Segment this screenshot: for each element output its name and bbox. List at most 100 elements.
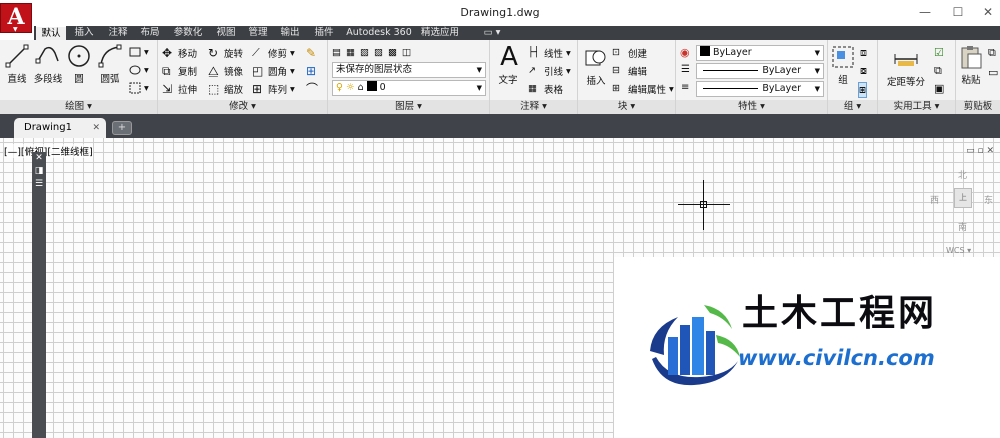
layer-off-icon[interactable]: ▧ [360,47,374,58]
layer-state-dropdown[interactable]: 未保存的图层状态 ▼ [332,62,486,78]
linetype-dropdown[interactable]: ByLayer ▼ [696,63,824,79]
panel-draw-title[interactable]: 绘图 ▾ [0,100,157,114]
tab-more-dropdown[interactable]: ▭ ▾ [478,26,506,40]
panel-groups-title[interactable]: 组 ▾ [828,100,877,114]
viewcube-east[interactable]: 东 [984,193,993,206]
tab-featured-apps[interactable]: 精选应用 [418,26,462,40]
drawing-canvas[interactable]: [—][俯视][二维线框] ▭ ▫ ✕ ✕ ◨ ☰ 北 西 东 南 上 WCS … [0,138,1000,438]
polyline-button[interactable]: 多段线 [32,43,64,85]
file-tab-drawing1[interactable]: Drawing1 ✕ [14,118,106,138]
text-button[interactable]: A 文字 [496,44,520,86]
panel-properties-title[interactable]: 特性 ▾ [676,100,827,114]
layer-dropdown[interactable]: ♀ ☼ ⌂ 0 ▼ [332,80,486,96]
layer-iso-icon[interactable]: ▦ [346,47,360,58]
layer-match-icon[interactable]: ◫ [402,47,416,58]
tab-output[interactable]: 输出 [276,26,304,40]
quick-calc-icon[interactable]: ☑ [934,46,944,59]
measure-button[interactable]: 定距等分 [884,46,928,88]
arc-button[interactable]: 圆弧 [96,43,124,85]
linear-dimension-button[interactable]: ├┤ 线性 ▾ [528,45,571,61]
minimize-button[interactable]: — [915,4,935,20]
match-properties-icon[interactable]: ◉ [680,46,690,59]
panel-block-title[interactable]: 块 ▾ [578,100,675,114]
explode-button[interactable]: ⊞ [306,63,322,79]
bulb-icon: ♀ [336,82,343,93]
move-button[interactable]: ✥ 移动 [162,45,197,61]
chevron-down-icon: ▼ [13,26,18,33]
copy-button[interactable]: ⧉ 复制 [162,63,197,79]
viewcube-south[interactable]: 南 [958,220,967,233]
edit-attributes-button[interactable]: ⊞ 编辑属性 ▾ [612,81,674,97]
panel-groups: 组 ⧈ ⧇ ⧆ 组 ▾ [828,40,878,114]
insert-button[interactable]: 插入 [582,45,610,87]
autocad-window: A ▼ Drawing1.dwg — ☐ ✕ 默认 插入 注释 布局 参数化 视图… [0,0,1000,438]
viewcube-top-face[interactable]: 上 [954,188,972,208]
panel-utilities-title[interactable]: 实用工具 ▾ [878,100,955,114]
lineweight-value: ByLayer [762,83,801,94]
insert-block-icon [585,50,606,66]
new-drawing-tab-button[interactable]: + [112,121,132,135]
scale-button[interactable]: ⬚ 缩放 [208,81,243,97]
dropdown-caret: ▾ [563,65,571,77]
group-select-icon[interactable]: ⧆ [858,82,867,98]
line-button[interactable]: 直线 [4,43,30,85]
panel-annotation-title[interactable]: 注释 ▾ [490,100,577,114]
lineweight-dropdown[interactable]: ByLayer ▼ [696,81,824,97]
edit-block-button[interactable]: ⊟ 编辑 [612,63,647,79]
tab-view[interactable]: 视图 [212,26,240,40]
calculator-icon[interactable]: ▣ [934,82,944,95]
color-value: ByLayer [713,47,752,58]
group-edit-icon[interactable]: ⧇ [860,64,867,78]
linetype-icon: ☰ [681,64,690,75]
mirror-button[interactable]: ⧋ 镜像 [208,63,243,79]
tab-annotate[interactable]: 注释 [104,26,132,40]
maximize-button[interactable]: ☐ [948,4,968,20]
tab-addins[interactable]: 插件 [310,26,338,40]
rectangle-button[interactable]: ▾ [128,44,149,60]
application-menu-button[interactable]: A ▼ [0,3,32,33]
viewcube-west[interactable]: 西 [930,193,939,206]
layer-freeze-icon[interactable]: ▨ [374,47,388,58]
boundary-button[interactable]: ▾ [128,80,149,96]
create-block-button[interactable]: ⊡ 创建 [612,45,647,61]
array-button[interactable]: ⊞ 阵列 ▾ [252,81,295,97]
viewport-controls-label[interactable]: [—][俯视][二维线框] [4,144,93,158]
stretch-button[interactable]: ⇲ 拉伸 [162,81,197,97]
cut-icon[interactable]: ▭ [988,66,998,79]
copy-icon: ⧉ [162,64,171,78]
ungroup-icon[interactable]: ⧈ [860,46,867,60]
tab-parametric[interactable]: 参数化 [168,26,208,40]
fillet-button[interactable]: ◰ 圆角 ▾ [252,63,295,79]
tab-autodesk360[interactable]: Autodesk 360 [344,26,414,40]
trim-button[interactable]: ⟋ 修剪 ▾ [252,45,295,61]
erase-button[interactable]: ✎ [306,45,322,61]
select-all-icon[interactable]: ⧉ [934,64,942,78]
table-button[interactable]: ▦ 表格 [528,81,563,97]
leader-button[interactable]: ↗ 引线 ▾ [528,63,571,79]
copy-clip-icon[interactable]: ⧉ [988,46,996,60]
tab-layout[interactable]: 布局 [136,26,164,40]
close-tab-icon[interactable]: ✕ [92,118,100,138]
rotate-button[interactable]: ↻ 旋转 [208,45,243,61]
panel-modify-title[interactable]: 修改 ▾ [158,100,327,114]
group-button[interactable]: 组 [830,44,856,86]
panel-layers-title[interactable]: 图层 ▾ [328,100,489,114]
layer-properties-icon[interactable]: ▤ [332,47,346,58]
close-window-button[interactable]: ✕ [978,4,998,20]
panel-clipboard-title[interactable]: 剪贴板 [956,100,1000,114]
viewcube[interactable]: 北 西 东 南 上 [928,168,996,254]
tab-insert[interactable]: 插入 [70,26,98,40]
palette-properties-icon[interactable]: ◨ [32,165,46,178]
viewcube-north[interactable]: 北 [958,168,967,181]
paste-button[interactable]: 粘贴 [958,44,984,86]
hatch-button[interactable]: ▾ [128,62,149,78]
offset-button[interactable]: ⌒ [306,81,322,97]
viewport-window-controls[interactable]: ▭ ▫ ✕ [966,146,994,156]
palette-menu-icon[interactable]: ☰ [32,178,46,191]
tab-default[interactable]: 默认 [36,26,66,40]
tab-manage[interactable]: 管理 [244,26,272,40]
close-palette-icon[interactable]: ✕ [32,152,46,165]
circle-button[interactable]: 圆 [66,43,92,85]
layer-lock-icon[interactable]: ▩ [388,47,402,58]
color-dropdown[interactable]: ByLayer ▼ [696,45,824,61]
